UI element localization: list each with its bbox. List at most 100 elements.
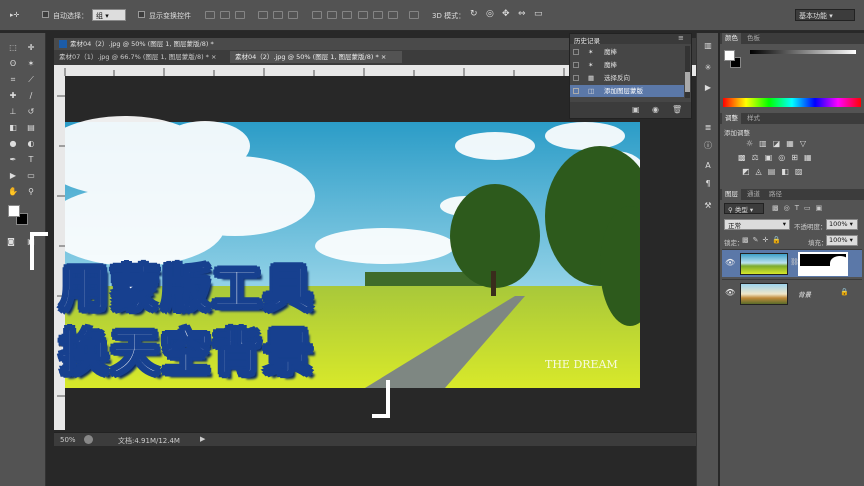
blur-tool-icon[interactable]: ●	[8, 139, 18, 148]
distribute-bottom-icon[interactable]	[342, 11, 352, 19]
eyedropper-tool-icon[interactable]: ⟋	[26, 75, 36, 84]
adjust-row-1[interactable]: ☼▥◪▦▽	[746, 139, 812, 148]
3d-rotate-icon[interactable]: ↻	[470, 9, 478, 19]
clone-stamp-tool-icon[interactable]: ⊥	[8, 107, 18, 116]
character-panel-icon[interactable]: A	[703, 161, 713, 170]
history-item-active[interactable]: ◫ 添加图层蒙版	[570, 85, 684, 97]
snapshot-icon[interactable]: ◉	[652, 105, 659, 114]
crop-tool-icon[interactable]: ⌗	[8, 75, 18, 84]
history-panel-title[interactable]: 历史记录	[574, 35, 600, 45]
tab-color[interactable]: 颜色	[722, 33, 741, 44]
color-spectrum[interactable]	[723, 98, 861, 107]
info-panel-icon[interactable]: ⓘ	[703, 141, 713, 150]
adjust-row-2[interactable]: ▩⚖▣◎⊞▦	[738, 153, 818, 162]
document-window-title[interactable]: 素材04（2）.jpg @ 50% (图层 1, 图层蒙版/8) *	[54, 38, 570, 50]
layer-mask-thumbnail[interactable]	[798, 252, 848, 276]
layer-name: 背景	[798, 291, 811, 299]
delete-state-icon[interactable]: 🗑	[672, 105, 682, 114]
auto-align-icon[interactable]	[409, 11, 419, 19]
show-transform-checkbox[interactable]	[138, 11, 145, 18]
tab-adjustments[interactable]: 调整	[722, 113, 741, 124]
magic-wand-tool-icon[interactable]: ✶	[26, 59, 36, 68]
distribute-hcenter-icon[interactable]	[373, 11, 383, 19]
lasso-tool-icon[interactable]: ʘ	[8, 59, 18, 68]
layer-filter-icons[interactable]: ▩◎T▭▣	[772, 204, 827, 212]
blend-mode-dropdown[interactable]: 正常 ▾	[724, 219, 790, 230]
distribute-vcenter-icon[interactable]	[327, 11, 337, 19]
tool-presets-icon[interactable]: ⚒	[703, 201, 713, 210]
tab-document-2[interactable]: 素材04（2）.jpg @ 50% (图层 1, 图层蒙版/8) * ×	[230, 51, 402, 63]
quick-mask-icon[interactable]: ◙	[6, 237, 16, 246]
tab-document-1[interactable]: 素材07（1）.jpg @ 66.7% (图层 1, 图层蒙版/8) * ×	[54, 51, 226, 63]
video-title-overlay: 用蒙版工具 换天空背景	[52, 254, 392, 394]
hand-tool-icon[interactable]: ✋	[8, 187, 18, 196]
layer-filter-dropdown[interactable]: ⚲ 类型 ▾	[724, 203, 764, 214]
3d-slide-icon[interactable]: ⇔	[518, 9, 526, 19]
close-icon[interactable]: ×	[381, 53, 386, 61]
brush-tool-icon[interactable]: ∕	[26, 91, 36, 100]
path-selection-tool-icon[interactable]: ▶	[8, 171, 18, 180]
tab-styles[interactable]: 样式	[744, 113, 763, 124]
layer-thumbnail[interactable]	[740, 253, 788, 275]
layer-row-background[interactable]: 👁 背景 🔒	[722, 279, 862, 307]
history-brush-tool-icon[interactable]: ↺	[26, 107, 36, 116]
history-scrollbar[interactable]	[685, 46, 690, 98]
history-item[interactable]: ✶ 魔棒	[570, 59, 684, 71]
distribute-right-icon[interactable]	[388, 11, 398, 19]
history-item[interactable]: ▦ 选择反向	[570, 72, 684, 84]
align-right-icon[interactable]	[288, 11, 298, 19]
panel-foreground-swatch[interactable]	[724, 50, 735, 61]
healing-brush-tool-icon[interactable]: ✚	[8, 91, 18, 100]
brush-panel-icon[interactable]: ✳	[703, 63, 713, 72]
panel-menu-icon[interactable]: ≡	[678, 34, 684, 42]
history-panel-icon[interactable]: ▥	[703, 41, 713, 50]
visibility-eye-icon[interactable]: 👁	[725, 258, 735, 267]
tab-layers[interactable]: 图层	[722, 189, 741, 200]
3d-roll-icon[interactable]: ◎	[486, 9, 494, 19]
type-tool-icon[interactable]: T	[26, 155, 36, 164]
auto-select-checkbox[interactable]	[42, 11, 49, 18]
zoom-tool-icon[interactable]: ⚲	[26, 187, 36, 196]
properties-panel-icon[interactable]: ≣	[703, 123, 713, 132]
workspace-dropdown[interactable]: 基本功能 ▾	[795, 9, 855, 21]
tab-swatches[interactable]: 色板	[744, 33, 763, 44]
status-info-icon[interactable]	[84, 435, 93, 444]
adjust-row-3[interactable]: ◩◬▤◧▨	[742, 167, 808, 176]
eraser-tool-icon[interactable]: ◧	[8, 123, 18, 132]
gradient-tool-icon[interactable]: ▤	[26, 123, 36, 132]
gray-slider[interactable]	[750, 50, 856, 54]
distribute-top-icon[interactable]	[312, 11, 322, 19]
status-menu-arrow-icon[interactable]: ▶	[200, 435, 205, 443]
align-top-icon[interactable]	[205, 11, 215, 19]
close-icon[interactable]: ×	[211, 53, 216, 61]
opacity-input[interactable]: 100% ▾	[826, 219, 858, 230]
align-vcenter-icon[interactable]	[220, 11, 230, 19]
tab-paths[interactable]: 路径	[766, 189, 785, 200]
marquee-tool-icon[interactable]: ⬚	[8, 43, 18, 52]
new-document-from-state-icon[interactable]: ▣	[632, 105, 640, 114]
align-left-icon[interactable]	[258, 11, 268, 19]
paragraph-panel-icon[interactable]: ¶	[703, 179, 713, 188]
foreground-color-swatch[interactable]	[8, 205, 20, 217]
actions-panel-icon[interactable]: ▶	[703, 83, 713, 92]
zoom-level[interactable]: 50%	[60, 436, 76, 444]
dodge-tool-icon[interactable]: ◐	[26, 139, 36, 148]
layer-row-layer1[interactable]: 👁 ⛓	[722, 249, 862, 277]
align-bottom-icon[interactable]	[235, 11, 245, 19]
lock-icons[interactable]: ▩✎✛🔒	[742, 236, 785, 244]
fill-input[interactable]: 100% ▾	[826, 235, 858, 246]
distribute-left-icon[interactable]	[358, 11, 368, 19]
pen-tool-icon[interactable]: ✒	[8, 155, 18, 164]
history-item[interactable]: ✶ 魔棒	[570, 46, 684, 58]
move-tool-icon[interactable]: ✛	[26, 43, 36, 52]
auto-select-dropdown[interactable]: 组 ▾	[92, 9, 126, 21]
align-hcenter-icon[interactable]	[273, 11, 283, 19]
3d-drag-icon[interactable]: ✥	[502, 9, 510, 19]
layer-thumbnail[interactable]	[740, 283, 788, 305]
lock-label: 锁定：	[724, 239, 744, 247]
rectangle-tool-icon[interactable]: ▭	[26, 171, 36, 180]
3d-scale-icon[interactable]: ▭	[534, 9, 543, 19]
visibility-eye-icon[interactable]: 👁	[725, 288, 735, 297]
tab-channels[interactable]: 通道	[744, 189, 763, 200]
move-tool-icon[interactable]: ▸✛	[10, 11, 19, 19]
